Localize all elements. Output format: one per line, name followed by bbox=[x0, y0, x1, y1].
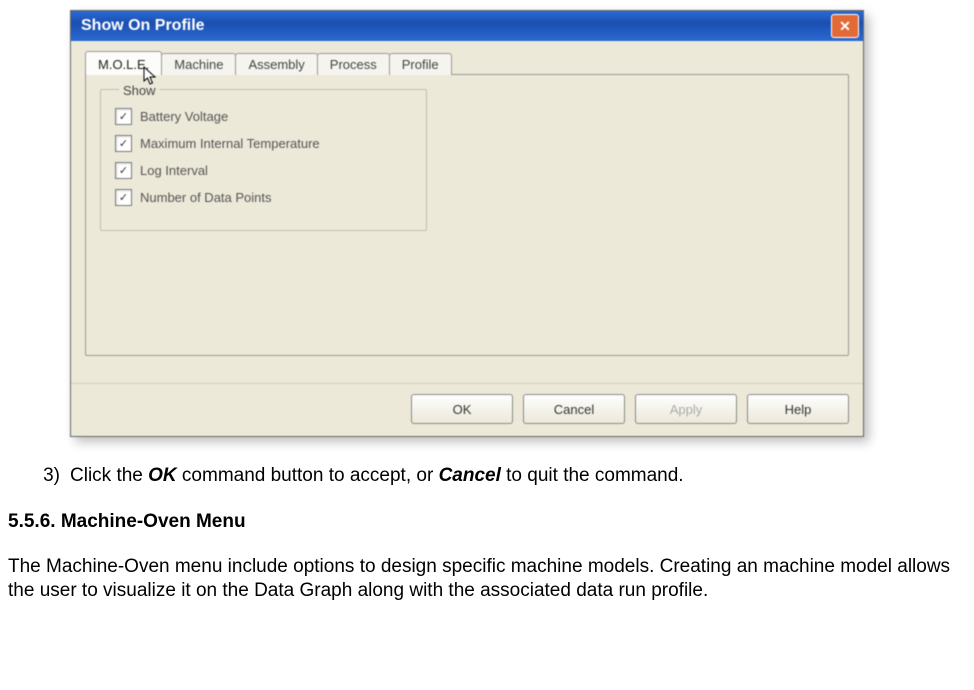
check-row-battery: ✓ Battery Voltage bbox=[115, 108, 410, 125]
check-row-loginterval: ✓ Log Interval bbox=[115, 162, 410, 179]
dialog-title: Show On Profile bbox=[81, 17, 205, 35]
button-label: Cancel bbox=[554, 402, 594, 417]
tab-label: M.O.L.E. bbox=[98, 57, 149, 72]
paragraph: The Machine-Oven menu include options to… bbox=[8, 555, 966, 604]
close-icon: ✕ bbox=[839, 18, 851, 35]
close-button[interactable]: ✕ bbox=[831, 14, 859, 38]
dialog-body: M.O.L.E. Machine Assembly Process Profil… bbox=[71, 41, 863, 383]
text-run: Click the bbox=[70, 465, 148, 486]
button-label: Apply bbox=[670, 402, 703, 417]
dialog-button-row: OK Cancel Apply Help bbox=[71, 383, 863, 436]
step-3: 3) Click the OK command button to accept… bbox=[38, 465, 966, 487]
dialog-titlebar[interactable]: Show On Profile ✕ bbox=[71, 11, 863, 41]
check-label-numpoints: Number of Data Points bbox=[140, 190, 272, 205]
tab-label: Process bbox=[330, 57, 377, 72]
cursor-icon bbox=[143, 66, 159, 86]
show-groupbox: Show ✓ Battery Voltage ✓ Maximum Interna… bbox=[100, 89, 427, 231]
button-label: Help bbox=[785, 402, 812, 417]
dialog-window: Show On Profile ✕ M.O.L.E. Machine Assem… bbox=[70, 10, 864, 437]
checkbox-maxtemp[interactable]: ✓ bbox=[115, 135, 132, 152]
tab-panel: Show ✓ Battery Voltage ✓ Maximum Interna… bbox=[85, 74, 849, 356]
help-button[interactable]: Help bbox=[747, 394, 849, 424]
section-heading: 5.5.6. Machine-Oven Menu bbox=[8, 511, 966, 533]
check-label-loginterval: Log Interval bbox=[140, 163, 208, 178]
tab-profile[interactable]: Profile bbox=[389, 53, 452, 75]
check-label-maxtemp: Maximum Internal Temperature bbox=[140, 136, 320, 151]
tab-label: Profile bbox=[402, 57, 439, 72]
tab-assembly[interactable]: Assembly bbox=[235, 53, 317, 75]
check-row-numpoints: ✓ Number of Data Points bbox=[115, 189, 410, 206]
step-text: Click the OK command button to accept, o… bbox=[70, 465, 684, 487]
text-emphasis: Cancel bbox=[439, 465, 501, 486]
text-run: command button to accept, or bbox=[177, 465, 439, 486]
check-row-maxtemp: ✓ Maximum Internal Temperature bbox=[115, 135, 410, 152]
tab-process[interactable]: Process bbox=[317, 53, 390, 75]
ok-button[interactable]: OK bbox=[411, 394, 513, 424]
tab-label: Assembly bbox=[248, 57, 304, 72]
checkbox-battery[interactable]: ✓ bbox=[115, 108, 132, 125]
checkbox-numpoints[interactable]: ✓ bbox=[115, 189, 132, 206]
text-run: to quit the command. bbox=[501, 465, 684, 486]
button-label: OK bbox=[453, 402, 472, 417]
checkbox-loginterval[interactable]: ✓ bbox=[115, 162, 132, 179]
document-body: 3) Click the OK command button to accept… bbox=[0, 447, 974, 604]
tab-label: Machine bbox=[174, 57, 223, 72]
apply-button[interactable]: Apply bbox=[635, 394, 737, 424]
step-number: 3) bbox=[38, 465, 60, 487]
tab-strip: M.O.L.E. Machine Assembly Process Profil… bbox=[85, 53, 849, 75]
tab-machine[interactable]: Machine bbox=[161, 53, 236, 75]
check-label-battery: Battery Voltage bbox=[140, 109, 228, 124]
text-emphasis: OK bbox=[148, 465, 177, 486]
cancel-button[interactable]: Cancel bbox=[523, 394, 625, 424]
